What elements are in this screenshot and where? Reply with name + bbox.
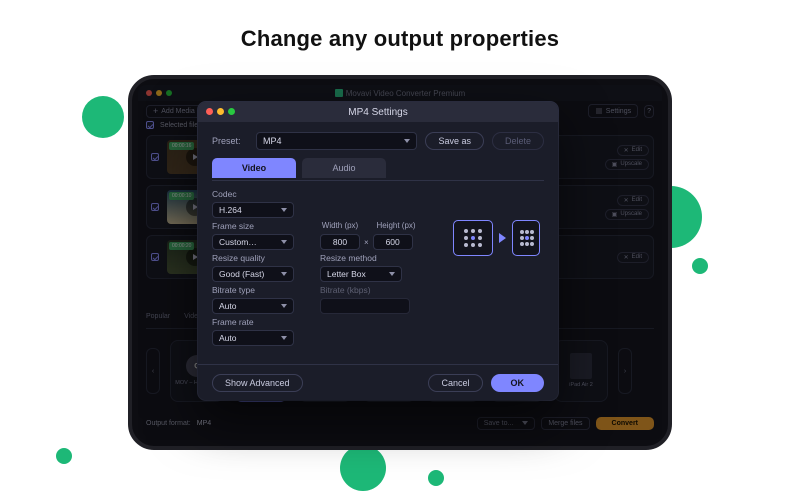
frame-size-select[interactable]: Custom…	[212, 234, 294, 250]
preset-value: MP4	[263, 136, 282, 146]
edit-button[interactable]: ✕ Edit	[617, 252, 649, 263]
duration-badge: 00:00:20	[169, 242, 194, 250]
window-titlebar: Movavi Video Converter Premium	[138, 85, 662, 101]
merge-files-toggle[interactable]: Merge files	[541, 417, 589, 430]
duration-badge: 00:00:10	[169, 192, 194, 200]
height-input[interactable]: 600	[373, 234, 413, 250]
width-input[interactable]: 800	[320, 234, 360, 250]
frame-rate-select[interactable]: Auto	[212, 330, 294, 346]
decoration-dot	[82, 96, 124, 138]
add-media-button[interactable]: + Add Media	[146, 105, 202, 118]
width-label: Width (px)	[320, 221, 360, 231]
preview-target-icon	[512, 220, 540, 256]
row-checkbox[interactable]	[151, 253, 159, 261]
ipad-icon	[570, 353, 592, 379]
resize-quality-select[interactable]: Good (Fast)	[212, 266, 294, 282]
page-title: Change any output properties	[0, 0, 800, 52]
frame-rate-label: Frame rate	[212, 317, 302, 327]
modal-title: MP4 Settings	[348, 107, 407, 118]
app-logo-icon	[335, 89, 343, 97]
chevron-down-icon	[281, 272, 287, 276]
resize-method-select[interactable]: Letter Box	[320, 266, 402, 282]
chevron-down-icon	[281, 208, 287, 212]
show-advanced-button[interactable]: Show Advanced	[212, 374, 303, 392]
chevron-down-icon	[404, 139, 410, 143]
modal-titlebar: MP4 Settings	[198, 102, 558, 122]
ok-button[interactable]: OK	[491, 374, 545, 392]
tab-popular[interactable]: Popular	[146, 313, 170, 328]
preset-label: Preset:	[212, 136, 248, 146]
settings-label: Settings	[606, 108, 631, 115]
add-media-label: Add Media	[161, 108, 194, 115]
help-button[interactable]: ?	[644, 105, 654, 118]
row-checkbox[interactable]	[151, 203, 159, 211]
edit-button[interactable]: ✕ Edit	[617, 195, 649, 206]
window-traffic-lights[interactable]	[146, 90, 172, 96]
scroll-left-button[interactable]: ‹	[146, 348, 160, 394]
upscale-button[interactable]: ▣ Upscale	[605, 159, 649, 170]
resize-preview	[453, 220, 540, 256]
window-title: Movavi Video Converter Premium	[346, 89, 465, 98]
delete-button[interactable]: Delete	[492, 132, 544, 150]
tab-audio[interactable]: Audio	[302, 158, 386, 178]
bitrate-input	[320, 298, 410, 314]
preview-source-icon	[453, 220, 493, 256]
output-format-label: Output format:	[146, 420, 191, 427]
codec-select[interactable]: H.264	[212, 202, 294, 218]
bitrate-label: Bitrate (kbps)	[320, 285, 544, 295]
resize-quality-label: Resize quality	[212, 253, 302, 263]
save-as-button[interactable]: Save as	[425, 132, 484, 150]
row-checkbox[interactable]	[151, 153, 159, 161]
bitrate-type-select[interactable]: Auto	[212, 298, 294, 314]
cancel-button[interactable]: Cancel	[428, 374, 482, 392]
chevron-down-icon	[389, 272, 395, 276]
decoration-dot	[692, 258, 708, 274]
footer-bar: Output format: MP4 Save to... Merge file…	[146, 412, 654, 434]
decoration-dot	[56, 448, 72, 464]
tab-video[interactable]: Video	[212, 158, 296, 178]
chevron-down-icon	[281, 240, 287, 244]
preset-select[interactable]: MP4	[256, 132, 417, 150]
upscale-button[interactable]: ▣ Upscale	[605, 209, 649, 220]
frame-size-label: Frame size	[212, 221, 302, 231]
chevron-down-icon	[281, 336, 287, 340]
save-to-button[interactable]: Save to...	[477, 417, 536, 430]
decoration-dot	[340, 445, 386, 491]
multiply-icon: ×	[364, 238, 369, 247]
scroll-right-button[interactable]: ›	[618, 348, 632, 394]
settings-modal: MP4 Settings Preset: MP4 Save as Delete …	[198, 102, 558, 400]
bitrate-type-label: Bitrate type	[212, 285, 302, 295]
select-all-checkbox[interactable]	[146, 121, 154, 129]
height-label: Height (px)	[376, 221, 416, 231]
bars-icon	[595, 107, 603, 115]
output-format-value: MP4	[197, 420, 211, 427]
format-card-ipad[interactable]: iPad Air 2	[554, 340, 608, 402]
settings-button[interactable]: Settings	[588, 104, 638, 118]
convert-button[interactable]: Convert	[596, 417, 654, 430]
edit-button[interactable]: ✕ Edit	[617, 145, 649, 156]
decoration-dot	[428, 470, 444, 486]
codec-label: Codec	[212, 189, 302, 199]
arrow-right-icon	[499, 233, 506, 243]
duration-badge: 00:00:16	[169, 142, 194, 150]
modal-traffic-lights[interactable]	[206, 108, 235, 115]
chevron-down-icon	[281, 304, 287, 308]
